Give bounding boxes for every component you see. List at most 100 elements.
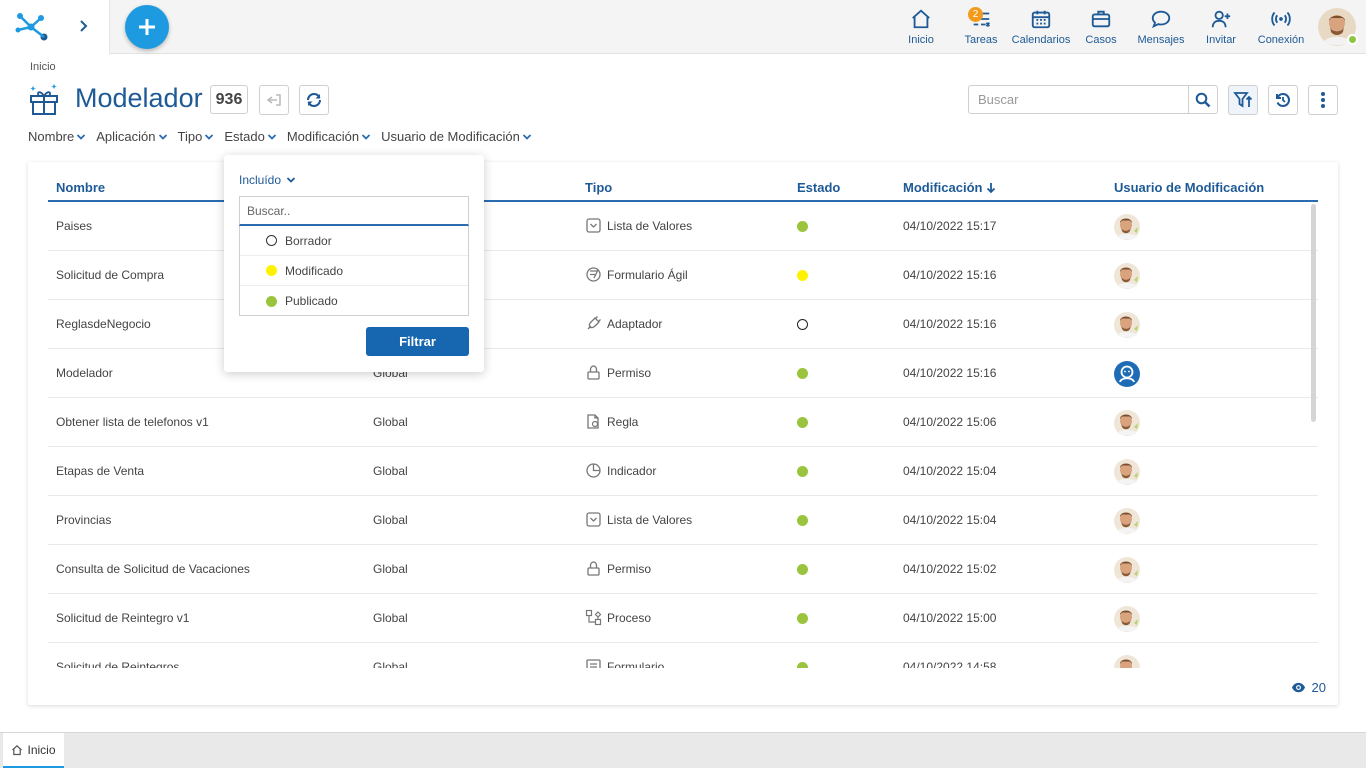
cell-modificacion: 04/10/2022 15:17 [903, 219, 997, 233]
status-dot-borrador [797, 319, 808, 330]
cell-tipo: Indicador [585, 462, 656, 479]
nav-invitar[interactable]: Invitar [1191, 8, 1251, 46]
cell-nombre: Etapas de Venta [56, 464, 145, 478]
nav-conexion[interactable]: Conexión [1251, 8, 1311, 46]
nav-tareas[interactable]: 2 Tareas [951, 7, 1011, 46]
include-mode-selector[interactable]: Incluído [239, 173, 296, 187]
search-button[interactable] [1188, 85, 1218, 114]
option-label: Publicado [285, 294, 338, 308]
filter-label: Usuario de Modificación [381, 129, 520, 144]
cell-aplicacion: Global [373, 464, 408, 478]
main-nav: Inicio 2 Tareas Calendarios Casos Mensaj… [891, 7, 1311, 46]
breadcrumb[interactable]: Inicio [30, 61, 56, 73]
home-icon [912, 9, 930, 29]
table-row[interactable]: Provincias Global Lista de Valores 04/10/20… [48, 496, 1318, 545]
modeler-gift-icon [30, 84, 58, 115]
filter-usuario-modificacion[interactable]: Usuario de Modificación [381, 129, 532, 144]
app-logo-icon[interactable] [14, 10, 48, 42]
user-avatar-icon [1114, 214, 1140, 240]
cell-tipo: Lista de Valores [585, 511, 692, 528]
cell-modificacion: 04/10/2022 15:04 [903, 464, 997, 478]
chevron-down-icon [361, 133, 371, 140]
chevron-down-icon [158, 133, 167, 140]
cell-aplicacion: Global [373, 562, 408, 576]
table-scrollbar[interactable] [1311, 204, 1316, 422]
cell-modificacion: 04/10/2022 14:58 [903, 660, 997, 668]
column-header-label: Modificación [903, 180, 983, 195]
refresh-button[interactable] [299, 85, 329, 115]
nav-label: Tareas [964, 34, 998, 46]
column-header-estado[interactable]: Estado [797, 180, 840, 195]
table-row[interactable]: Obtener lista de telefonos v1 Global Regla… [48, 398, 1318, 447]
cell-nombre: Solicitud de Reintegros [56, 660, 180, 668]
sort-descending-icon [987, 182, 996, 193]
nav-calendarios[interactable]: Calendarios [1011, 8, 1071, 46]
filter-label: Estado [224, 129, 265, 144]
filter-modificacion[interactable]: Modificación [287, 129, 371, 144]
filter-label: Tipo [177, 129, 203, 144]
nav-label: Inicio [908, 34, 934, 46]
tab-inicio[interactable]: Inicio [3, 733, 64, 768]
filter-tipo[interactable]: Tipo [178, 129, 215, 144]
status-dot-modificado [797, 270, 808, 281]
estado-option-list: Borrador Modificado Publicado [239, 226, 469, 316]
option-borrador[interactable]: Borrador [240, 226, 468, 256]
cell-tipo: Proceso [585, 609, 651, 626]
chat-icon [1151, 10, 1171, 29]
column-header-usuario[interactable]: Usuario de Modificación [1114, 180, 1264, 195]
history-button[interactable] [1268, 85, 1298, 115]
option-publicado[interactable]: Publicado [240, 286, 468, 316]
cell-tipo: Formulario [585, 658, 664, 668]
nav-inicio[interactable]: Inicio [891, 8, 951, 46]
kebab-menu-icon [1321, 92, 1325, 108]
search-icon [1195, 92, 1211, 107]
add-button[interactable] [125, 5, 169, 49]
cell-modificacion: 04/10/2022 15:02 [903, 562, 997, 576]
apply-filter-button[interactable]: Filtrar [366, 327, 469, 356]
nav-label: Conexión [1257, 34, 1305, 46]
cell-modificacion: 04/10/2022 15:00 [903, 611, 997, 625]
include-mode-label: Incluído [239, 173, 282, 187]
plus-icon [139, 19, 155, 35]
nav-label: Mensajes [1137, 34, 1185, 46]
history-icon [1276, 92, 1291, 108]
filter-aplicacion[interactable]: Aplicación [96, 129, 167, 144]
chevron-down-icon [267, 133, 276, 140]
export-button[interactable] [259, 85, 289, 115]
table-row[interactable]: Solicitud de Reintegro v1 Global Proceso 04… [48, 594, 1318, 643]
cell-tipo-label: Proceso [607, 610, 652, 625]
filter-estado[interactable]: Estado [224, 129, 276, 144]
table-row[interactable]: Etapas de Venta Global Indicador 04/10/2022… [48, 447, 1318, 496]
cell-tipo-label: Permiso [607, 365, 652, 380]
status-dot-publicado [797, 466, 808, 477]
nav-mensajes[interactable]: Mensajes [1131, 8, 1191, 46]
nav-casos[interactable]: Casos [1071, 8, 1131, 46]
dropdown-search-input[interactable] [239, 196, 469, 226]
status-dot-publicado [797, 613, 808, 624]
option-modificado[interactable]: Modificado [240, 256, 468, 286]
cell-tipo: Adaptador [585, 315, 662, 332]
table-row[interactable]: Solicitud de Reintegros Global Formulario 0… [48, 643, 1318, 668]
expand-chevron-icon[interactable] [74, 16, 94, 36]
filter-nombre[interactable]: Nombre [28, 129, 86, 144]
filter-icon [1233, 92, 1253, 108]
column-header-modificacion[interactable]: Modificación [903, 180, 997, 195]
list-values-icon [586, 218, 601, 233]
column-header-nombre[interactable]: Nombre [56, 180, 105, 195]
agile-form-icon [586, 267, 601, 282]
table-row[interactable]: Consulta de Solicitud de Vacaciones Globa… [48, 545, 1318, 594]
search-input[interactable] [968, 85, 1188, 114]
eye-icon [1291, 682, 1305, 693]
cell-nombre: Paises [56, 219, 93, 233]
user-avatar-icon [1114, 263, 1140, 289]
cell-aplicacion: Global [373, 513, 408, 527]
filter-sort-button[interactable] [1228, 85, 1258, 115]
chevron-down-icon [286, 177, 296, 183]
page-size-control[interactable]: 20 [1291, 680, 1326, 695]
briefcase-icon [1091, 10, 1111, 28]
cell-aplicacion: Global [373, 660, 408, 668]
column-header-tipo[interactable]: Tipo [585, 180, 612, 195]
user-avatar-icon [1114, 655, 1140, 668]
list-values-icon [586, 512, 601, 527]
more-options-button[interactable] [1308, 85, 1338, 115]
